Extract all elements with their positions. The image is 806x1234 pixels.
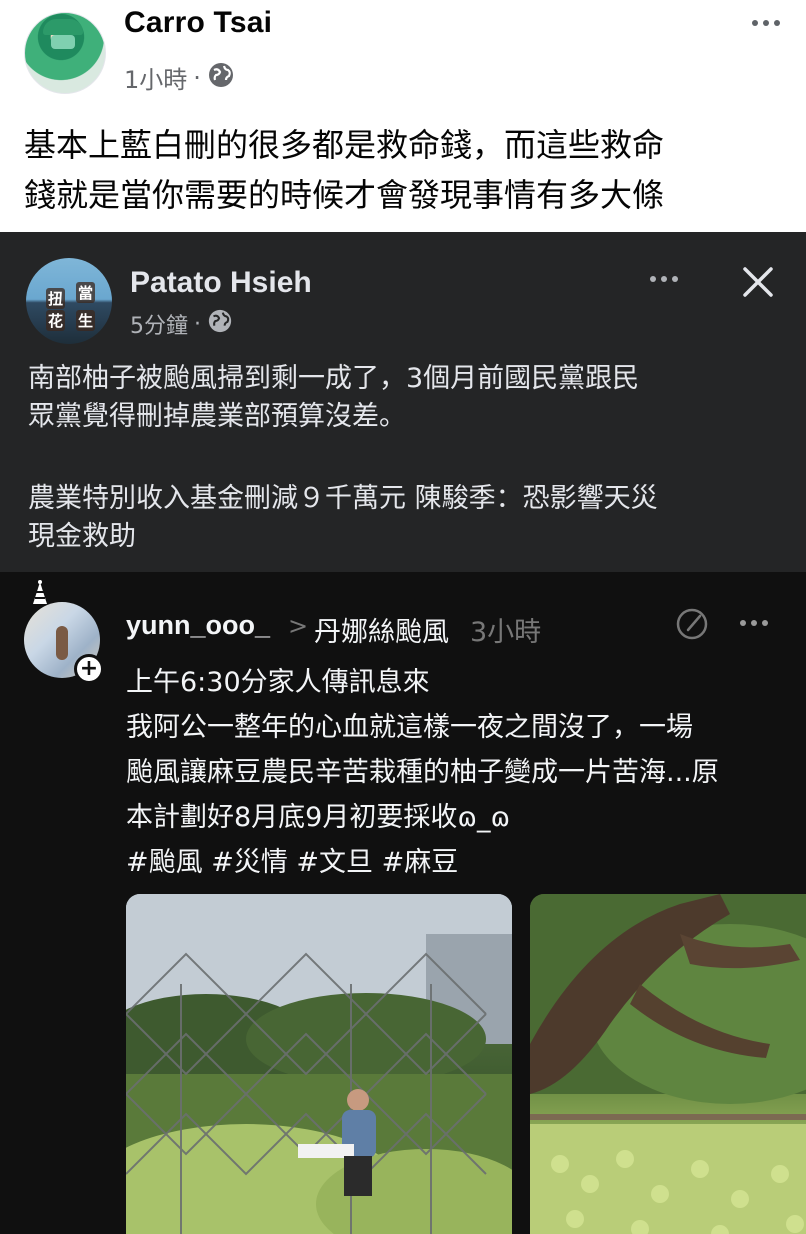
author-name[interactable]: Carro Tsai — [124, 6, 272, 40]
post-text-line: 錢就是當你需要的時候才會發現事情有多大條 — [24, 176, 665, 214]
threads-more-button[interactable] — [732, 610, 776, 636]
avatar-char: 花 — [46, 310, 66, 331]
avatar-char: 當 — [76, 282, 96, 303]
globe-icon[interactable] — [207, 308, 233, 340]
avatar-cap — [43, 19, 83, 35]
post-meta: 1小時 · — [124, 60, 235, 95]
avatar[interactable] — [24, 12, 106, 94]
shared-post-time[interactable]: 5分鐘 — [130, 308, 188, 340]
threads-text-line: 颱風讓麻豆農民辛苦栽種的柚子變成一片苦海...原 — [126, 757, 719, 788]
shared-post-meta: 5分鐘 · — [130, 308, 233, 340]
shared-post[interactable]: 扭 當 花 生 Patato Hsieh 5分鐘 · 南部柚子被颱風掃到剩一成了… — [0, 232, 806, 572]
shared-post-text: 南部柚子被颱風掃到剩一成了，3個月前國民黨跟民 眾黨覺得刪掉農業部預算沒差。 — [28, 360, 788, 436]
more-horizontal-icon — [650, 276, 678, 282]
avatar-char: 生 — [76, 310, 96, 331]
threads-hashtags[interactable]: #颱風 #災情 #文旦 #麻豆 — [126, 840, 796, 885]
shared-text-line: 眾黨覺得刪掉農業部預算沒差。 — [28, 401, 406, 432]
shared-avatar[interactable]: 扭 當 花 生 — [26, 258, 112, 344]
shared-text-line: 農業特別收入基金刪減９千萬元 陳駿季：恐影響天災 — [28, 483, 658, 514]
shared-author-name[interactable]: Patato Hsieh — [130, 266, 312, 300]
meta-separator: · — [194, 311, 201, 337]
shared-link-title[interactable]: 農業特別收入基金刪減９千萬元 陳駿季：恐影響天災 現金救助 — [28, 480, 788, 556]
party-hat-icon — [33, 580, 47, 604]
close-icon[interactable] — [738, 262, 778, 302]
meta-separator: · — [193, 63, 201, 92]
more-horizontal-icon — [752, 20, 780, 26]
globe-icon[interactable] — [207, 61, 235, 95]
post-time[interactable]: 1小時 — [124, 60, 187, 95]
threads-username[interactable]: yunn_ooo_ — [126, 610, 270, 641]
compose-icon[interactable] — [674, 606, 710, 642]
follow-plus-button[interactable]: + — [74, 654, 104, 684]
orchard-fence-image — [126, 894, 512, 1234]
avatar-char: 扭 — [46, 288, 66, 309]
threads-text-line: 上午6:30分家人傳訊息來 — [126, 667, 430, 698]
threads-body: 上午6:30分家人傳訊息來 我阿公一整年的心血就這樣一夜之間沒了，一場 颱風讓麻… — [126, 660, 796, 885]
chevron-right-icon: > — [288, 612, 309, 640]
shared-text-line: 現金救助 — [28, 521, 136, 552]
shared-text-line: 南部柚子被颱風掃到剩一成了，3個月前國民黨跟民 — [28, 363, 640, 394]
threads-time: 3小時 — [470, 617, 542, 648]
threads-text-line: 本計劃好8月底9月初要採收ɷ_ɷ — [126, 802, 511, 833]
avatar-figure — [56, 626, 68, 660]
outer-post-header: Carro Tsai 1小時 · — [0, 0, 806, 110]
post-text-line: 基本上藍白刪的很多都是救命錢，而這些救命 — [24, 126, 665, 164]
avatar-mask — [51, 35, 75, 49]
threads-post[interactable]: + yunn_ooo_ > 丹娜絲颱風 3小時 上午6:30分家人傳訊息來 我阿… — [0, 572, 806, 1234]
orchard-fence-photo[interactable] — [126, 894, 512, 1234]
threads-topic[interactable]: 丹娜絲颱風 — [314, 610, 449, 649]
fallen-tree-photo[interactable] — [530, 894, 806, 1234]
fallen-tree-image — [530, 894, 806, 1234]
more-options-button[interactable] — [744, 8, 788, 38]
shared-more-button[interactable] — [640, 264, 688, 294]
post-text: 基本上藍白刪的很多都是救命錢，而這些救命 錢就是當你需要的時候才會發現事情有多大… — [24, 120, 794, 220]
threads-text-line: 我阿公一整年的心血就這樣一夜之間沒了，一場 — [126, 712, 693, 743]
more-horizontal-icon — [740, 620, 768, 626]
